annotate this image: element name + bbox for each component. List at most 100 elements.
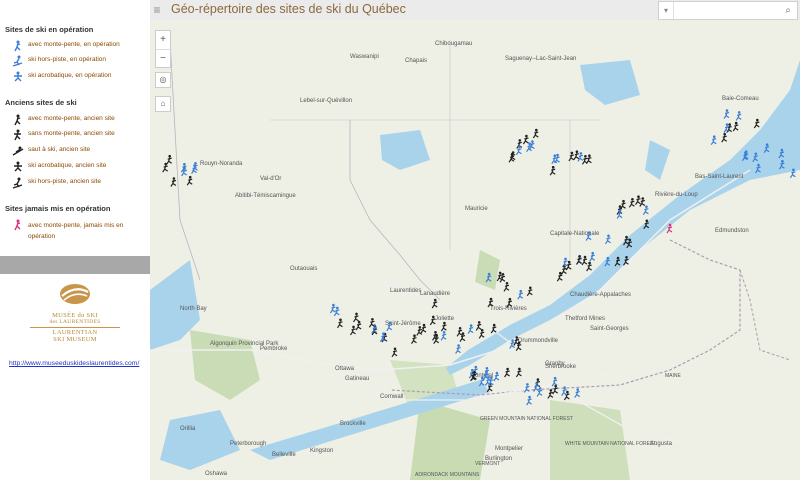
ski-site-marker[interactable] bbox=[186, 175, 193, 186]
search-icon[interactable]: ⌕ bbox=[781, 2, 795, 19]
ski-site-marker[interactable] bbox=[523, 383, 530, 393]
ski-site-marker[interactable] bbox=[329, 303, 336, 314]
ski-site-marker[interactable] bbox=[517, 289, 524, 300]
ski-site-marker[interactable] bbox=[576, 255, 582, 265]
hamburger-icon[interactable]: ≡ bbox=[150, 0, 164, 20]
place-label: Laurentides bbox=[390, 288, 421, 294]
ski-site-marker[interactable] bbox=[478, 329, 485, 339]
place-label: Waswanipi bbox=[350, 54, 379, 60]
map-view[interactable]: Chibougamau Saguenay--Lac-Saint-Jean Chapa… bbox=[150, 20, 800, 480]
place-label: Algonquin Provincial Park bbox=[210, 341, 279, 347]
place-label: Bas-Saint-Laurent bbox=[695, 174, 744, 180]
place-label: Cornwall bbox=[380, 394, 403, 400]
ski-site-marker[interactable] bbox=[581, 155, 588, 165]
ski-site-marker[interactable] bbox=[639, 197, 646, 207]
ski-site-marker[interactable] bbox=[526, 286, 533, 297]
ski-site-marker[interactable] bbox=[556, 271, 563, 282]
place-label: Chapais bbox=[405, 58, 427, 64]
ski-site-marker[interactable] bbox=[589, 251, 596, 262]
region-border bbox=[270, 40, 600, 260]
legend-label: ski acrobatique, en opération bbox=[28, 72, 112, 79]
ski-site-marker[interactable] bbox=[391, 347, 398, 358]
place-label: Lebel-sur-Quévillon bbox=[300, 98, 352, 104]
locate-icon[interactable]: ◎ bbox=[155, 72, 171, 88]
legend-label: avec monte-pente, en opération bbox=[28, 41, 120, 48]
ski-site-marker[interactable] bbox=[635, 195, 641, 206]
lake bbox=[160, 410, 240, 470]
ski-site-marker[interactable] bbox=[467, 324, 474, 334]
ski-site-marker[interactable] bbox=[551, 376, 558, 387]
place-label: WHITE MOUNTAIN NATIONAL FOREST bbox=[565, 441, 656, 447]
ski-site-marker[interactable] bbox=[753, 118, 760, 129]
ski-site-marker[interactable] bbox=[493, 371, 500, 382]
ski-site-marker[interactable] bbox=[532, 128, 539, 139]
place-label: Ottawa bbox=[335, 366, 355, 372]
ski-site-marker[interactable] bbox=[710, 135, 717, 146]
ski-site-marker[interactable] bbox=[536, 387, 543, 397]
ski-site-marker[interactable] bbox=[574, 388, 581, 398]
zoom-out-button[interactable]: − bbox=[156, 50, 170, 68]
place-label: Trois-Rivières bbox=[490, 306, 527, 312]
place-label: Belleville bbox=[272, 452, 296, 458]
lake bbox=[380, 130, 430, 170]
place-label: Gatineau bbox=[345, 376, 369, 382]
place-label: Oshawa bbox=[205, 471, 228, 477]
ski-site-marker[interactable] bbox=[721, 132, 728, 143]
place-label: North Bay bbox=[180, 306, 207, 312]
ski-site-marker[interactable] bbox=[628, 198, 635, 208]
ski-site-marker[interactable] bbox=[170, 177, 177, 187]
ski-site-marker[interactable] bbox=[642, 205, 649, 216]
museum-website-link[interactable]: http://www.museeduskideslaurentides.com/ bbox=[9, 360, 139, 367]
ski-site-marker[interactable] bbox=[368, 318, 375, 328]
search-input[interactable] bbox=[675, 3, 775, 16]
ski-site-marker[interactable] bbox=[605, 234, 611, 245]
skier-lift-icon bbox=[12, 219, 24, 231]
ski-site-marker[interactable] bbox=[735, 111, 742, 121]
ski-site-marker[interactable] bbox=[573, 150, 580, 161]
ski-site-marker[interactable] bbox=[522, 134, 529, 145]
legend-label: avec monte-pente, jamais mis en opératio… bbox=[28, 222, 124, 240]
ski-site-marker[interactable] bbox=[475, 321, 482, 331]
ski-site-marker[interactable] bbox=[455, 344, 461, 354]
ski-site-marker[interactable] bbox=[350, 325, 356, 336]
ski-site-marker[interactable] bbox=[431, 298, 438, 309]
ski-site-marker[interactable] bbox=[585, 154, 592, 165]
ski-site-marker[interactable] bbox=[337, 318, 343, 329]
ski-site-marker[interactable] bbox=[547, 389, 554, 399]
ski-site-marker[interactable] bbox=[416, 326, 423, 336]
ski-site-marker[interactable] bbox=[456, 327, 463, 337]
chevron-down-icon[interactable]: ▾ bbox=[659, 2, 674, 19]
place-label: ADIRONDACK MOUNTAINS bbox=[415, 472, 480, 478]
ski-site-marker[interactable] bbox=[526, 395, 532, 406]
ski-site-marker[interactable] bbox=[549, 165, 556, 176]
ski-site-marker[interactable] bbox=[515, 367, 522, 378]
ski-site-marker[interactable] bbox=[568, 151, 575, 162]
ski-site-marker[interactable] bbox=[504, 367, 510, 378]
logo-text: LAURENTIAN bbox=[30, 327, 120, 336]
border-line bbox=[739, 269, 791, 361]
ski-site-marker[interactable] bbox=[586, 261, 592, 272]
ski-site-marker[interactable] bbox=[353, 312, 359, 323]
place-label: Rivière-du-Loup bbox=[655, 192, 698, 198]
ski-site-marker[interactable] bbox=[503, 282, 510, 292]
ski-site-marker[interactable] bbox=[581, 255, 588, 266]
place-label: Chaudière-Appalaches bbox=[570, 292, 631, 298]
ski-site-marker[interactable] bbox=[509, 339, 515, 349]
ski-site-marker[interactable] bbox=[528, 140, 535, 150]
home-icon[interactable]: ⌂ bbox=[155, 96, 171, 112]
ski-site-marker[interactable] bbox=[420, 323, 427, 334]
ski-site-marker[interactable] bbox=[551, 154, 558, 165]
ski-site-marker[interactable] bbox=[620, 199, 626, 210]
ski-site-marker[interactable] bbox=[496, 271, 503, 282]
ski-site-marker[interactable] bbox=[732, 121, 739, 132]
ski-site-marker[interactable] bbox=[499, 273, 506, 283]
ski-site-marker[interactable] bbox=[192, 162, 198, 172]
ski-site-marker[interactable] bbox=[440, 331, 447, 341]
ski-site-marker[interactable] bbox=[723, 109, 730, 119]
zoom-in-button[interactable]: + bbox=[156, 31, 170, 50]
ski-site-marker[interactable] bbox=[440, 321, 447, 332]
ski-site-marker[interactable] bbox=[355, 320, 362, 331]
ski-site-marker[interactable] bbox=[411, 334, 417, 345]
museum-logo-mark bbox=[60, 284, 90, 304]
ski-site-marker[interactable] bbox=[166, 154, 173, 165]
